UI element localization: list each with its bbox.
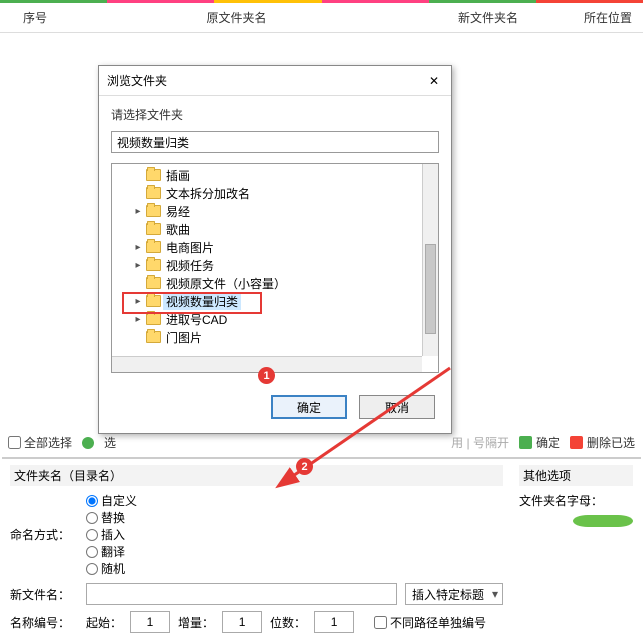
naming-option[interactable]: 替换 <box>86 509 137 526</box>
dialog-subtitle: 请选择文件夹 <box>99 96 451 131</box>
folder-icon <box>146 241 161 253</box>
tree-item[interactable]: ▸ 易经 <box>112 202 422 220</box>
folder-icon <box>146 169 161 181</box>
tree-item-label: 视频原文件（小容量） <box>163 275 289 292</box>
tree-item-label: 插画 <box>163 167 193 184</box>
step-input[interactable] <box>222 611 262 633</box>
naming-option[interactable]: 插入 <box>86 526 137 543</box>
col-oldname: 原文件夹名 <box>70 3 403 32</box>
tree-item[interactable]: ▸ 电商图片 <box>112 238 422 256</box>
insert-title-dropdown[interactable]: 插入特定标题 <box>405 583 503 605</box>
col-index: 序号 <box>0 3 70 32</box>
remove-selected-button[interactable]: 删除已选 <box>570 434 635 451</box>
ok-button[interactable]: 确定 <box>271 395 347 419</box>
tree-item-label: 门图片 <box>163 329 205 346</box>
annotation-marker-2: 2 <box>296 458 313 475</box>
col-location: 所在位置 <box>573 3 643 32</box>
tree-item[interactable]: ▸ 视频数量归类 <box>112 292 422 310</box>
sequence-label: 名称编号： <box>10 614 78 631</box>
naming-option[interactable]: 随机 <box>86 560 137 577</box>
cancel-button[interactable]: 取消 <box>359 395 435 419</box>
folder-icon <box>146 277 161 289</box>
annotation-marker-1: 1 <box>258 367 275 384</box>
diffpath-checkbox[interactable]: 不同路径单独编号 <box>374 614 486 631</box>
folder-icon <box>146 313 161 325</box>
start-input[interactable] <box>130 611 170 633</box>
panel-foldername-title: 文件夹名（目录名） <box>10 465 503 486</box>
folder-icon <box>146 205 161 217</box>
select-all-checkbox[interactable]: 全部选择 <box>8 434 72 451</box>
naming-label: 命名方式： <box>10 526 78 543</box>
newname-label: 新文件名： <box>10 586 78 603</box>
action-oval-icon[interactable] <box>573 515 633 527</box>
tree-item-label: 视频数量归类 <box>163 293 241 310</box>
selected-folder-input[interactable] <box>111 131 439 153</box>
scroll-thumb[interactable] <box>425 244 436 334</box>
newname-input[interactable] <box>86 583 397 605</box>
tree-item-label: 视频任务 <box>163 257 217 274</box>
expand-icon[interactable]: ▸ <box>132 314 144 325</box>
tree-item[interactable]: 文本拆分加改名 <box>112 184 422 202</box>
browse-folder-dialog: 浏览文件夹 ✕ 请选择文件夹 插画文本拆分加改名▸易经歌曲▸电商图片▸视频任务视… <box>98 65 452 434</box>
tree-item-label: 歌曲 <box>163 221 193 238</box>
expand-icon[interactable]: ▸ <box>132 296 144 307</box>
tree-item[interactable]: ▸ 进取号CAD <box>112 310 422 328</box>
tree-item-label: 文本拆分加改名 <box>163 185 253 202</box>
folder-icon <box>146 295 161 307</box>
tree-item[interactable]: ▸ 视频任务 <box>112 256 422 274</box>
folder-tree[interactable]: 插画文本拆分加改名 ▸ 易经歌曲 ▸ 电商图片 ▸ 视频任务视频原文件（小容量） ▸ 视频数量归… <box>112 164 422 356</box>
check-icon <box>519 436 532 449</box>
tree-vscrollbar[interactable] <box>422 164 438 356</box>
tree-item-label: 进取号CAD <box>163 311 230 328</box>
folder-icon <box>146 259 161 271</box>
confirm-button[interactable]: 确定 <box>519 434 560 451</box>
panel-other-title: 其他选项 <box>519 465 633 486</box>
tree-item[interactable]: 歌曲 <box>112 220 422 238</box>
tree-item[interactable]: 视频原文件（小容量） <box>112 274 422 292</box>
expand-icon[interactable]: ▸ <box>132 260 144 271</box>
folder-icon <box>146 331 161 343</box>
digits-input[interactable] <box>314 611 354 633</box>
close-icon[interactable]: ✕ <box>425 74 443 88</box>
column-headers: 序号 原文件夹名 新文件夹名 所在位置 <box>0 3 643 33</box>
select-hint: 选 <box>104 434 116 451</box>
status-dot-icon <box>82 437 94 449</box>
delete-icon <box>570 436 583 449</box>
tree-item[interactable]: 插画 <box>112 166 422 184</box>
naming-option[interactable]: 翻译 <box>86 543 137 560</box>
tree-item-label: 电商图片 <box>163 239 217 256</box>
expand-icon[interactable]: ▸ <box>132 242 144 253</box>
col-newname: 新文件夹名 <box>403 3 573 32</box>
expand-icon[interactable]: ▸ <box>132 206 144 217</box>
folder-icon <box>146 223 161 235</box>
naming-option[interactable]: 自定义 <box>86 492 137 509</box>
tree-item[interactable]: 门图片 <box>112 328 422 346</box>
tree-item-label: 易经 <box>163 203 193 220</box>
right-field-label: 文件夹名字母： <box>519 492 603 509</box>
folder-icon <box>146 187 161 199</box>
separator-hint: 用 | 号隔开 <box>451 434 509 451</box>
dialog-title: 浏览文件夹 <box>107 72 167 89</box>
